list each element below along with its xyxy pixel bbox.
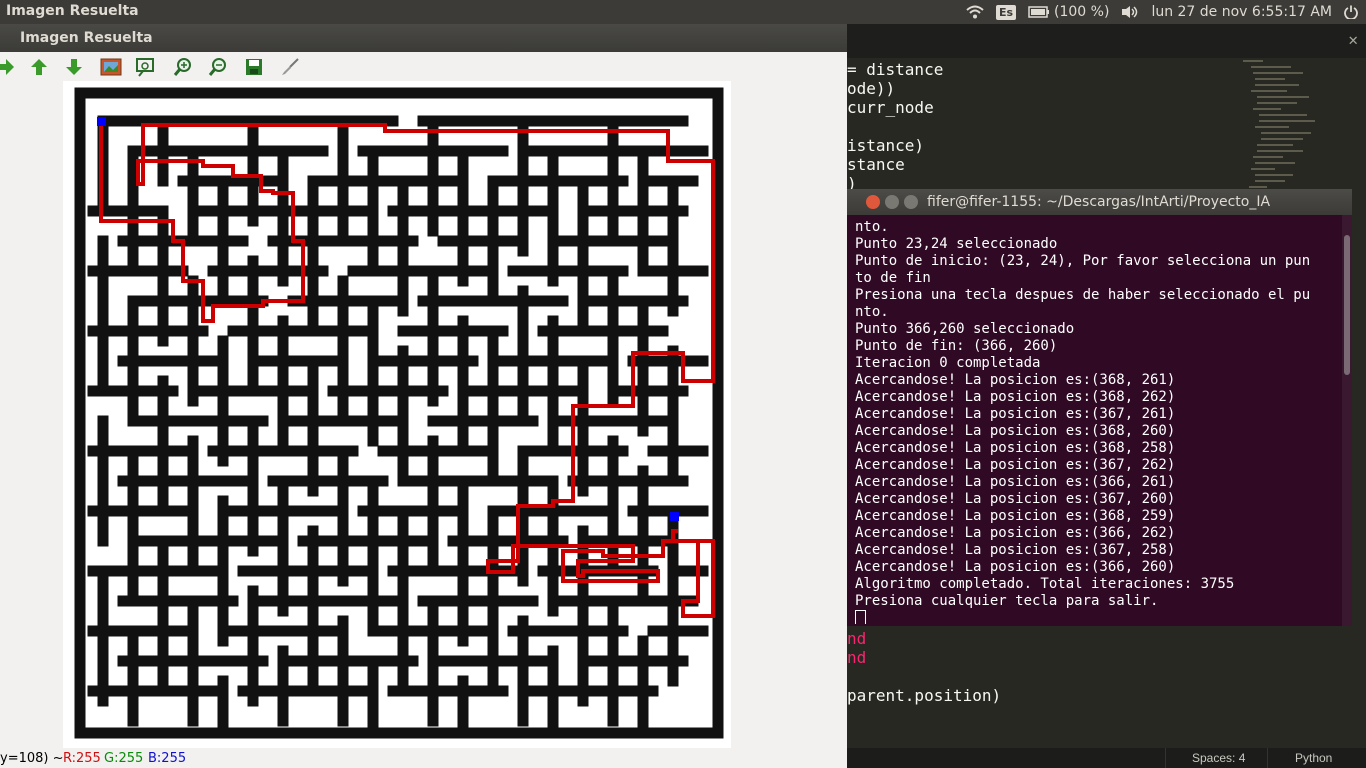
close-icon[interactable] [866, 195, 880, 209]
viewer-titlebar[interactable]: Imagen Resuelta [0, 24, 847, 52]
close-icon[interactable]: ✕ [1348, 30, 1358, 49]
save-icon[interactable] [242, 55, 266, 79]
code-line: = distance [847, 60, 944, 79]
system-tray: Es (100 %) lun 27 de nov 6:55:17 AM [966, 0, 1358, 24]
cursor-coordinates: y=108) ~ [0, 751, 64, 766]
terminal-line: Acercandose! La posicion es:(368, 260) [855, 423, 1176, 439]
terminal-line: Punto 366,260 seleccionado [855, 321, 1075, 337]
terminal-line: Acercandose! La posicion es:(367, 262) [855, 457, 1176, 473]
terminal-line: Acercandose! La posicion es:(367, 261) [855, 406, 1176, 422]
end-marker [670, 512, 679, 521]
text-cursor [855, 610, 866, 624]
code-line: parent.position) [847, 686, 1002, 705]
terminal-line: Presiona cualquier tecla para salir. [855, 593, 1159, 609]
image-viewer-window: Imagen Resuelta y=108) ~ R:255 G:255 B:2… [0, 24, 847, 768]
solved-maze-image[interactable] [63, 81, 731, 748]
terminal-line: Acercandose! La posicion es:(368, 258) [855, 440, 1176, 456]
active-app-title: Imagen Resuelta [6, 3, 139, 19]
start-marker [97, 117, 106, 126]
terminal-line: Acercandose! La posicion es:(367, 258) [855, 542, 1176, 558]
red-value: R:255 [63, 751, 101, 766]
zoom-out-icon[interactable] [206, 55, 230, 79]
arrow-right-icon[interactable] [0, 55, 18, 79]
indentation-setting[interactable]: Spaces: 4 [1192, 751, 1245, 765]
terminal-line: Punto de fin: (366, 260) [855, 338, 1058, 354]
terminal-scrollbar[interactable] [1342, 215, 1352, 626]
terminal-line: Acercandose! La posicion es:(368, 262) [855, 389, 1176, 405]
volume-icon[interactable] [1121, 5, 1139, 19]
power-icon[interactable] [1344, 5, 1358, 19]
terminal-line: nto. [855, 304, 889, 320]
code-line: nd [847, 648, 867, 667]
terminal-line: Punto de inicio: (23, 24), Por favor sel… [855, 253, 1311, 269]
terminal-line: Presiona una tecla despues de haber sele… [855, 287, 1311, 303]
arrow-down-icon[interactable] [62, 55, 86, 79]
scrollbar-thumb[interactable] [1344, 235, 1350, 375]
blue-value: B:255 [148, 751, 187, 766]
terminal-line: to de fin [855, 270, 931, 286]
code-line: nd [847, 629, 867, 648]
editor-tab-bar: ✕ [847, 24, 1366, 58]
viewer-toolbar [0, 52, 847, 82]
terminal-window[interactable]: fifer@fifer-1155: ~/Descargas/IntArti/Pr… [847, 189, 1352, 626]
zoom-fit-icon[interactable] [134, 55, 158, 79]
battery-indicator[interactable]: (100 %) [1028, 4, 1109, 20]
terminal-output[interactable]: nto. Punto 23,24 seleccionado Punto de i… [855, 219, 1347, 624]
arrow-up-icon[interactable] [27, 55, 51, 79]
battery-percent: (100 %) [1054, 4, 1110, 20]
viewer-status-bar: y=108) ~ R:255 G:255 B:255 [0, 750, 847, 768]
code-line: ode)) [847, 79, 896, 98]
terminal-line: Algoritmo completado. Total iteraciones:… [855, 576, 1235, 592]
terminal-titlebar[interactable]: fifer@fifer-1155: ~/Descargas/IntArti/Pr… [847, 189, 1352, 215]
keyboard-layout-indicator[interactable]: Es [995, 4, 1017, 20]
wifi-icon[interactable] [966, 5, 984, 19]
terminal-prompt[interactable] [855, 610, 1347, 624]
battery-icon [1028, 6, 1050, 18]
terminal-line: Acercandose! La posicion es:(367, 260) [855, 491, 1176, 507]
terminal-line: Acercandose! La posicion es:(366, 260) [855, 559, 1176, 575]
top-panel: Imagen Resuelta Es (100 %) lun 27 de nov… [0, 0, 1366, 24]
terminal-line: Punto 23,24 seleccionado [855, 236, 1058, 252]
editor-minimap[interactable] [1243, 58, 1323, 208]
terminal-line: Acercandose! La posicion es:(368, 261) [855, 372, 1176, 388]
clock[interactable]: lun 27 de nov 6:55:17 AM [1151, 4, 1332, 20]
image-icon[interactable] [99, 55, 123, 79]
terminal-line: Acercandose! La posicion es:(368, 259) [855, 508, 1176, 524]
code-line: curr_node [847, 98, 934, 117]
terminal-line: Acercandose! La posicion es:(366, 261) [855, 474, 1176, 490]
maximize-icon[interactable] [904, 195, 918, 209]
code-line: stance [847, 155, 905, 174]
terminal-line: Acercandose! La posicion es:(366, 262) [855, 525, 1176, 541]
minimize-icon[interactable] [885, 195, 899, 209]
brush-icon[interactable] [278, 55, 302, 79]
zoom-in-icon[interactable] [171, 55, 195, 79]
editor-status-bar: Spaces: 4 Python [847, 748, 1366, 768]
terminal-line: nto. [855, 219, 889, 235]
viewer-title: Imagen Resuelta [20, 30, 153, 46]
code-line: istance) [847, 136, 925, 155]
syntax-selector[interactable]: Python [1295, 751, 1332, 765]
green-value: G:255 [104, 751, 144, 766]
terminal-title: fifer@fifer-1155: ~/Descargas/IntArti/Pr… [927, 194, 1271, 210]
terminal-line: Iteracion 0 completada [855, 355, 1041, 371]
